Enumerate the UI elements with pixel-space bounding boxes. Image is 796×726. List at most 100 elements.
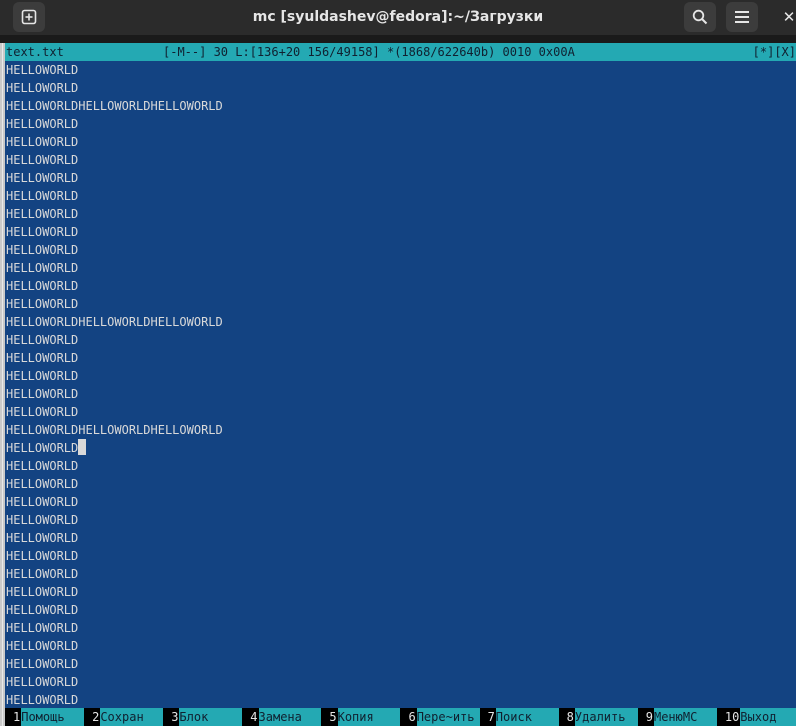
editor-line[interactable]: HELLOWORLD [6,439,796,457]
editor-line[interactable]: HELLOWORLD [6,475,796,493]
editor-line-text: HELLOWORLD [6,63,79,77]
editor-line[interactable]: HELLOWORLD [6,61,796,79]
fkey-number: 5 [321,708,338,726]
editor-line[interactable]: HELLOWORLD [6,151,796,169]
fkey-number: 4 [242,708,259,726]
fkey-number: 3 [163,708,180,726]
fkey-5[interactable]: 5 Копия [321,708,401,726]
fkey-8[interactable]: 8 Удалить [558,708,638,726]
editor-line[interactable]: HELLOWORLDHELLOWORLDHELLOWORLD [6,97,796,115]
file-name: text.txt [6,45,64,59]
fkey-2[interactable]: 2 Сохран [84,708,164,726]
fkey-7[interactable]: 7 Поиск [479,708,559,726]
fkey-6[interactable]: 6 Пере~ить [400,708,480,726]
search-icon [692,9,708,25]
fkey-label: Помощь [21,708,85,726]
window-edge [0,43,5,726]
close-icon: ✕ [782,8,796,26]
fkey-number: 2 [84,708,101,726]
fkey-10[interactable]: 10 Выход [716,708,796,726]
editor-line[interactable]: HELLOWORLD [6,601,796,619]
editor-line[interactable]: HELLOWORLD [6,547,796,565]
editor-line-text: HELLOWORLD [6,207,79,221]
editor-line[interactable]: HELLOWORLD [6,457,796,475]
editor-line-text: HELLOWORLD [6,459,79,473]
editor-line[interactable]: HELLOWORLD [6,277,796,295]
editor-line-text: HELLOWORLD [6,441,79,455]
fkey-number: 7 [479,708,496,726]
fkey-label: Сохран [100,708,164,726]
editor-line-text: HELLOWORLDHELLOWORLDHELLOWORLD [6,315,223,329]
editor-line[interactable]: HELLOWORLD [6,511,796,529]
editor-line-text: HELLOWORLD [6,189,79,203]
editor-line[interactable]: HELLOWORLD [6,619,796,637]
editor-line[interactable]: HELLOWORLD [6,403,796,421]
fkey-label: Поиск [495,708,559,726]
editor-line[interactable]: HELLOWORLD [6,385,796,403]
fkey-number: 1 [5,708,22,726]
editor-line[interactable]: HELLOWORLD [6,241,796,259]
fkey-label: Пере~ить [416,708,480,726]
editor-line-text: HELLOWORLD [6,639,79,653]
fkey-label: Удалить [574,708,638,726]
editor-line[interactable]: HELLOWORLDHELLOWORLDHELLOWORLD [6,313,796,331]
editor-line-text: HELLOWORLD [6,171,79,185]
editor-line-text: HELLOWORLDHELLOWORLDHELLOWORLD [6,99,223,113]
editor-line[interactable]: HELLOWORLD [6,331,796,349]
search-button[interactable] [684,2,716,32]
editor-line[interactable]: HELLOWORLD [6,223,796,241]
editor-line[interactable]: HELLOWORLD [6,493,796,511]
editor-line-text: HELLOWORLD [6,477,79,491]
editor-line-text: HELLOWORLD [6,261,79,275]
fkey-9[interactable]: 9 МенюMC [637,708,717,726]
editor-line-text: HELLOWORLDHELLOWORLDHELLOWORLD [6,423,223,437]
editor-line[interactable]: HELLOWORLD [6,367,796,385]
editor-line[interactable]: HELLOWORLD [6,529,796,547]
editor-line-text: HELLOWORLD [6,675,79,689]
editor-line-text: HELLOWORLD [6,333,79,347]
close-button[interactable]: ✕ [782,2,796,32]
editor-line-text: HELLOWORLD [6,297,79,311]
editor-line[interactable]: HELLOWORLD [6,673,796,691]
editor-line-text: HELLOWORLD [6,657,79,671]
editor-line[interactable]: HELLOWORLD [6,133,796,151]
fkey-number: 10 [716,708,741,726]
editor-line[interactable]: HELLOWORLD [6,565,796,583]
window-title: mc [syuldashev@fedora]:~/Загрузки [252,9,544,25]
fkey-3[interactable]: 3 Блок [163,708,243,726]
editor-line[interactable]: HELLOWORLDHELLOWORLDHELLOWORLD [6,421,796,439]
menu-button[interactable] [726,2,758,32]
editor-line[interactable]: HELLOWORLD [6,295,796,313]
text-cursor [78,439,87,455]
fkey-number: 8 [558,708,575,726]
editor-line-text: HELLOWORLD [6,549,79,563]
editor-flags[interactable]: [*][X] [753,43,796,61]
editor-line[interactable]: HELLOWORLD [6,637,796,655]
fkey-1[interactable]: 1 Помощь [5,708,85,726]
editor-line[interactable]: HELLOWORLD [6,169,796,187]
editor-line[interactable]: HELLOWORLD [6,259,796,277]
function-key-bar: 1 Помощь 2 Сохран 3 Блок 4 Замена 5 Копия 6 Пере~ит… [5,708,796,726]
editor-line[interactable]: HELLOWORLD [6,349,796,367]
editor-line-text: HELLOWORLD [6,387,79,401]
editor-text-area[interactable]: HELLOWORLD HELLOWORLD HELLOWORLDHELLOWORLD… [6,61,796,708]
cursor-info: [-M--] 30 L:[136+20 156/49158] *(1868/62… [163,45,575,59]
editor-line-text: HELLOWORLD [6,81,79,95]
editor-line-text: HELLOWORLD [6,567,79,581]
editor-line[interactable]: HELLOWORLD [6,691,796,708]
editor-line[interactable]: HELLOWORLD [6,583,796,601]
editor-line-text: HELLOWORLD [6,351,79,365]
fkey-number: 9 [637,708,654,726]
editor-line-text: HELLOWORLD [6,243,79,257]
hamburger-icon [735,11,749,23]
editor-line[interactable]: HELLOWORLD [6,205,796,223]
fkey-number: 6 [400,708,417,726]
editor-line[interactable]: HELLOWORLD [6,79,796,97]
editor-line[interactable]: HELLOWORLD [6,655,796,673]
fkey-4[interactable]: 4 Замена [242,708,322,726]
editor-line[interactable]: HELLOWORLD [6,187,796,205]
fkey-label: МенюMC [653,708,717,726]
fkey-label: Блок [179,708,243,726]
editor-line[interactable]: HELLOWORLD [6,115,796,133]
editor-line-text: HELLOWORLD [6,603,79,617]
